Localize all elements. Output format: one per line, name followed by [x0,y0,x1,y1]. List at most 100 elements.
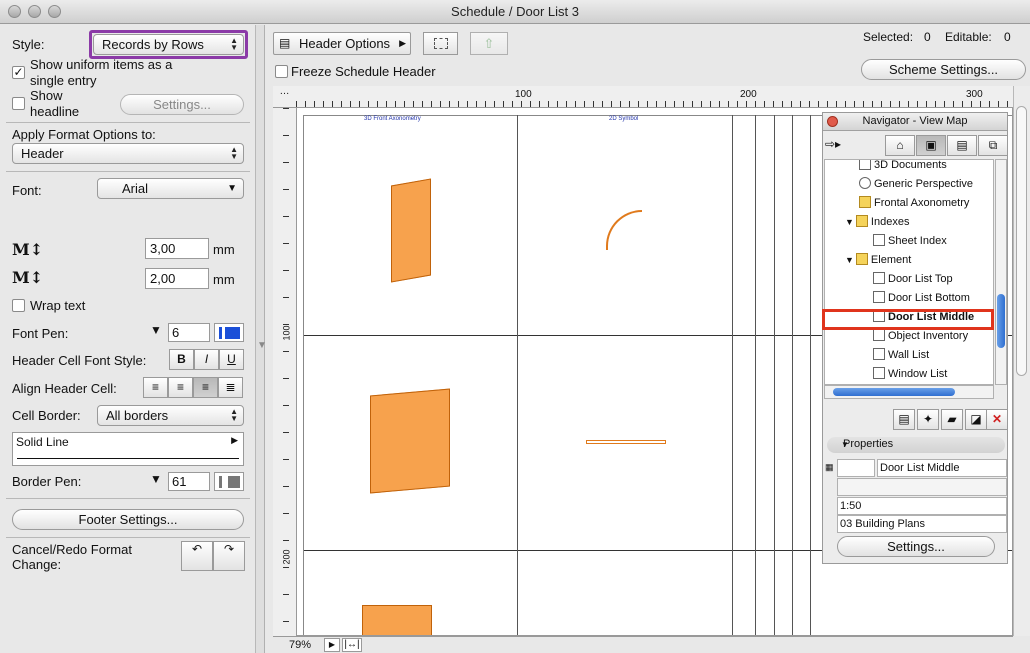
navigator-settings-button[interactable]: Settings... [837,536,995,557]
font-pen-label: Font Pen: [12,326,69,341]
navigator-title: Navigator - View Map [823,113,1007,131]
ruler-corner[interactable]: … [273,86,297,108]
align-left-icon[interactable]: ≡ [143,377,168,398]
view-map-icon[interactable]: ▣ [916,135,946,156]
undo-format-button[interactable]: ↶ [181,541,213,571]
apply-format-select[interactable]: Header ▲ ▼ [12,143,244,164]
tree-item[interactable]: Generic Perspective [859,175,973,194]
panel-splitter[interactable] [256,25,265,653]
selected-label: Selected: [863,30,914,44]
align-right-icon[interactable]: ≡ [193,377,218,398]
tree-scrollbar[interactable] [995,159,1007,385]
open-view-icon[interactable]: ◪ [965,409,987,430]
canvas-vertical-scrollbar[interactable] [1013,86,1030,636]
uniform-label: Show uniform items as a single entry [30,57,173,88]
door-2d-symbol [606,210,642,250]
navigator-menu-icon[interactable]: ⇨▸ [825,137,855,155]
scale-field[interactable]: 1:50 [837,497,1007,515]
layer-set-field[interactable]: 03 Building Plans [837,515,1007,533]
view-map-tree[interactable]: 3D Documents Generic Perspective Frontal… [824,159,994,385]
headline-checkbox[interactable] [12,97,25,110]
tree-item[interactable]: ▼ Element [845,251,911,270]
bold-button[interactable]: B [169,349,194,370]
tree-item[interactable]: Wall List [873,346,929,365]
line-preview [17,458,239,459]
font-pen-input[interactable]: 6 [168,323,210,342]
close-palette-button[interactable] [827,116,838,127]
layout-book-icon[interactable]: ▤ [947,135,977,156]
tree-item[interactable]: Door List Bottom [873,289,970,308]
line-spacing-icon: M↕ [12,268,44,287]
line-spacing-input[interactable]: 2,00 [145,268,209,289]
updown-icon: ▲ ▼ [230,407,238,423]
underline-button[interactable]: U [219,349,244,370]
divider [6,537,250,538]
selected-value: 0 [924,30,931,44]
border-pen-input[interactable]: 61 [168,472,210,491]
zoom-value[interactable]: 79% [280,638,320,652]
view-id-field[interactable] [837,459,875,477]
new-subset-icon[interactable]: ▰ [941,409,963,430]
layer-combo-field[interactable] [837,478,1007,496]
zoom-menu-arrow-icon[interactable]: ▶ [324,638,340,652]
cell-border-select[interactable]: All borders ▲ ▼ [97,405,244,426]
new-folder-icon[interactable]: ✦ [917,409,939,430]
font-size-icon: M↕ [12,240,44,259]
wrap-text-label: Wrap text [30,298,86,313]
disclosure-triangle-icon: ▼ [845,255,854,265]
folder-icon [855,215,868,227]
publisher-sets-icon[interactable]: ⧉ [978,135,1008,156]
zoom-bar [273,636,1013,653]
divider [6,498,250,499]
apply-format-label: Apply Format Options to: [12,127,156,142]
line-type-select[interactable]: Solid Line ▶ [12,432,244,466]
properties-section[interactable]: Properties [827,437,1005,453]
font-size-input[interactable]: 3,00 [145,238,209,259]
tree-item[interactable]: Window List [873,365,947,384]
delete-icon[interactable]: ✕ [986,409,1008,430]
folder-icon [855,253,868,265]
font-value: Arial [122,181,149,196]
tree-item[interactable]: Door List Top [873,270,953,289]
tree-item[interactable]: Sheet Index [873,232,947,251]
uniform-checkbox[interactable]: ✓ [12,66,25,79]
splitter-arrow-icon[interactable]: ▼ [257,340,267,351]
project-map-icon[interactable]: ⌂ [885,135,915,156]
column-header: 3D Front Axonometry [364,116,421,122]
border-pen-color-swatch[interactable] [214,472,244,491]
ruler-tick-label: 200 [281,549,292,565]
fit-width-icon[interactable]: |↔| [342,638,362,652]
headline-settings-button[interactable]: Settings... [120,94,244,115]
style-select[interactable]: Records by Rows ▲ ▼ [93,34,244,55]
freeze-header-label: Freeze Schedule Header [291,64,436,79]
unit-label: mm [213,272,235,287]
scheme-settings-button[interactable]: Scheme Settings... [861,59,1026,80]
schedule-icon [873,367,885,379]
redo-format-button[interactable]: ↷ [213,541,245,571]
tree-hscrollbar[interactable] [824,385,994,399]
footer-settings-button[interactable]: Footer Settings... [12,509,244,530]
dropdown-arrow-icon: ▼ [227,183,237,194]
tree-item[interactable]: ▼ Indexes [845,213,909,232]
align-justify-icon[interactable]: ≣ [218,377,243,398]
merge-cells-button[interactable] [423,32,458,55]
align-center-icon[interactable]: ≡ [168,377,193,398]
view-name-field[interactable]: Door List Middle [877,459,1007,477]
headline-label: Show headline [30,88,80,119]
export-button[interactable]: ⇧ [470,32,508,55]
column-header: 2D Symbol [609,116,639,122]
vertical-ruler: 100 200 [273,108,297,636]
tree-item[interactable]: 3D Documents [859,160,947,175]
italic-button[interactable]: I [194,349,219,370]
submenu-arrow-icon: ▶ [399,38,406,48]
font-label: Font: [12,183,42,198]
header-options-button[interactable]: ▤ Header Options ▶ [273,32,411,55]
tree-item[interactable]: Frontal Axonometry [859,194,969,213]
door-3d-preview [391,178,431,283]
submenu-arrow-icon: ▶ [231,435,238,445]
font-pen-color-swatch[interactable] [214,323,244,342]
freeze-header-checkbox[interactable] [275,65,288,78]
wrap-text-checkbox[interactable] [12,299,25,312]
new-view-icon[interactable]: ▤ [893,409,915,430]
font-select[interactable]: Arial ▼ [97,178,244,199]
